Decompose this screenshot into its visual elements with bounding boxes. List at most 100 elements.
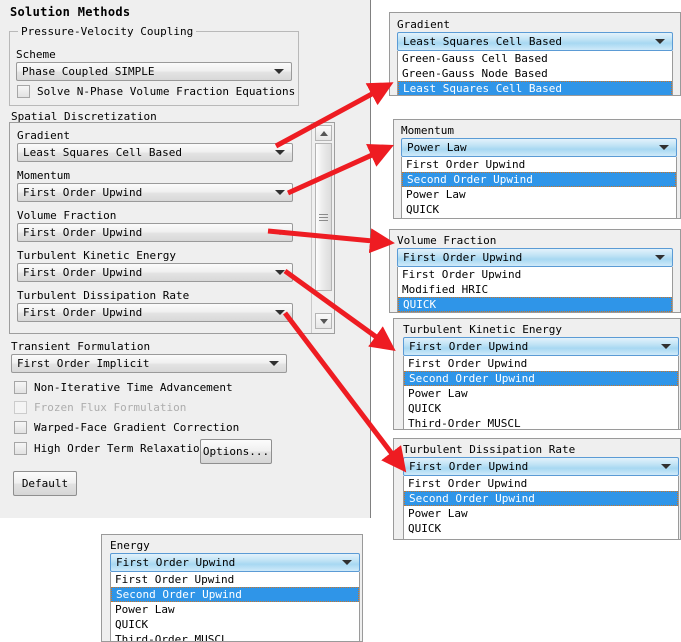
turbulent-dissipation-rate-combo[interactable]: First Order Upwind [17,303,293,322]
caret-down-icon [320,319,328,324]
momentum-combo[interactable]: First Order Upwind [17,183,293,202]
frozen-flux-formulation-row: Frozen Flux Formulation [14,401,186,414]
default-button[interactable]: Default [13,471,77,496]
gradient-dropdown-panel: Gradient Least Squares Cell Based Green-… [389,12,681,96]
options-button-label: Options... [203,445,269,458]
momentum-popup-combo-value: Power Law [407,141,467,154]
gradient-popup-combo[interactable]: Least Squares Cell Based [397,32,673,51]
list-item[interactable]: QUICK [111,617,359,632]
chevron-down-icon [661,344,671,349]
transient-formulation-value: First Order Implicit [17,357,149,370]
caret-up-icon [320,131,328,136]
list-item[interactable]: Least Squares Cell Based [398,81,672,96]
turbulent-dissipation-rate-dropdown-panel: Turbulent Dissipation Rate First Order U… [393,438,681,540]
volume-fraction-option-list[interactable]: First Order Upwind Modified HRIC QUICK [397,267,673,313]
list-item[interactable]: QUICK [402,202,676,217]
spatial-scrollbar[interactable] [311,123,334,333]
list-item[interactable]: Third-Order MUSCL [404,536,678,540]
turbulent-dissipation-rate-option-list[interactable]: First Order Upwind Second Order Upwind P… [403,476,679,540]
momentum-combo-value: First Order Upwind [23,186,142,199]
volume-fraction-dropdown-panel: Volume Fraction First Order Upwind First… [389,229,681,313]
chevron-down-icon [269,361,279,366]
transient-formulation-combo[interactable]: First Order Implicit [11,354,287,373]
list-item[interactable]: First Order Upwind [111,572,359,587]
chevron-down-icon [342,560,352,565]
scheme-combo-value: Phase Coupled SIMPLE [22,65,154,78]
list-item[interactable]: Power Law [404,386,678,401]
energy-option-list[interactable]: First Order Upwind Second Order Upwind P… [110,572,360,642]
energy-popup-combo-value: First Order Upwind [116,556,235,569]
spatial-field-label-1: Momentum [17,169,70,182]
scroll-up-button[interactable] [315,125,332,141]
list-item[interactable]: Green-Gauss Cell Based [398,51,672,66]
energy-dropdown-panel: Energy First Order Upwind First Order Up… [101,534,363,642]
spatial-discretization-scrollarea: Gradient Least Squares Cell Based Moment… [9,122,335,334]
volume-fraction-popup-label: Volume Fraction [397,234,496,247]
volume-fraction-popup-combo-value: First Order Upwind [403,251,522,264]
volume-fraction-combo-value: First Order Upwind [23,226,142,239]
list-item[interactable]: First Order Upwind [402,157,676,172]
turbulent-dissipation-rate-popup-combo[interactable]: First Order Upwind [403,457,679,476]
gradient-popup-label: Gradient [397,18,450,31]
default-button-label: Default [22,477,68,490]
chevron-down-icon [275,270,285,275]
chevron-down-icon [655,255,665,260]
list-item[interactable]: First Order Upwind [404,476,678,491]
non-iterative-time-advancement-row[interactable]: Non-Iterative Time Advancement [14,381,233,394]
high-order-term-relaxation-row[interactable]: High Order Term Relaxation [14,442,206,455]
list-item[interactable]: QUICK [398,297,672,312]
warped-face-gradient-correction-row[interactable]: Warped-Face Gradient Correction [14,421,239,434]
momentum-option-list[interactable]: First Order Upwind Second Order Upwind P… [401,157,677,219]
scroll-down-button[interactable] [315,313,332,329]
energy-popup-combo[interactable]: First Order Upwind [110,553,360,572]
turbulent-kinetic-energy-combo[interactable]: First Order Upwind [17,263,293,282]
list-item[interactable]: Third-Order MUSCL [111,632,359,642]
spatial-field-label-4: Turbulent Dissipation Rate [17,289,189,302]
turbulent-dissipation-rate-popup-label: Turbulent Dissipation Rate [403,443,575,456]
list-item[interactable]: Green-Gauss Node Based [398,66,672,81]
momentum-dropdown-panel: Momentum Power Law First Order Upwind Se… [393,119,681,219]
momentum-popup-combo[interactable]: Power Law [401,138,677,157]
checkbox-icon[interactable] [17,85,30,98]
list-item[interactable]: Modified HRIC [398,282,672,297]
list-item[interactable]: First Order Upwind [404,356,678,371]
volume-fraction-popup-combo[interactable]: First Order Upwind [397,248,673,267]
turbulent-kinetic-energy-dropdown-panel: Transient Formulation Turbulent Kinetic … [393,318,681,430]
gradient-combo[interactable]: Least Squares Cell Based [17,143,293,162]
chevron-down-icon [659,145,669,150]
list-item[interactable]: Second Order Upwind [404,491,678,506]
list-item[interactable]: QUICK [404,521,678,536]
list-item[interactable]: Power Law [402,187,676,202]
list-item[interactable]: First Order Upwind [398,267,672,282]
gradient-option-list[interactable]: Green-Gauss Cell Based Green-Gauss Node … [397,51,673,96]
solve-nphase-checkbox-row[interactable]: Solve N-Phase Volume Fraction Equations [17,85,295,98]
scheme-combo[interactable]: Phase Coupled SIMPLE [16,62,292,81]
chevron-down-icon [274,69,284,74]
chevron-down-icon [655,39,665,44]
list-item[interactable]: Third-Order MUSCL [402,217,676,219]
turbulent-kinetic-energy-popup-combo[interactable]: First Order Upwind [403,337,679,356]
gradient-combo-value: Least Squares Cell Based [23,146,182,159]
frozen-flux-formulation-label: Frozen Flux Formulation [34,401,186,414]
turbulent-kinetic-energy-popup-combo-value: First Order Upwind [409,340,528,353]
list-item[interactable]: Second Order Upwind [404,371,678,386]
list-item[interactable]: Power Law [111,602,359,617]
checkbox-icon[interactable] [14,442,27,455]
chevron-down-icon [275,310,285,315]
list-item[interactable]: Power Law [404,506,678,521]
volume-fraction-combo[interactable]: First Order Upwind [17,223,293,242]
checkbox-icon[interactable] [14,381,27,394]
scrollbar-thumb[interactable] [315,143,332,291]
list-item[interactable]: Third-Order MUSCL [404,416,678,430]
turbulent-dissipation-rate-popup-combo-value: First Order Upwind [409,460,528,473]
checkbox-icon[interactable] [14,421,27,434]
chevron-down-icon [661,464,671,469]
grip-icon [319,212,328,223]
list-item[interactable]: Second Order Upwind [402,172,676,187]
chevron-down-icon [275,150,285,155]
list-item[interactable]: QUICK [404,401,678,416]
options-button[interactable]: Options... [200,439,272,464]
list-item[interactable]: Second Order Upwind [111,587,359,602]
scheme-label: Scheme [16,48,56,61]
turbulent-kinetic-energy-option-list[interactable]: First Order Upwind Second Order Upwind P… [403,356,679,430]
